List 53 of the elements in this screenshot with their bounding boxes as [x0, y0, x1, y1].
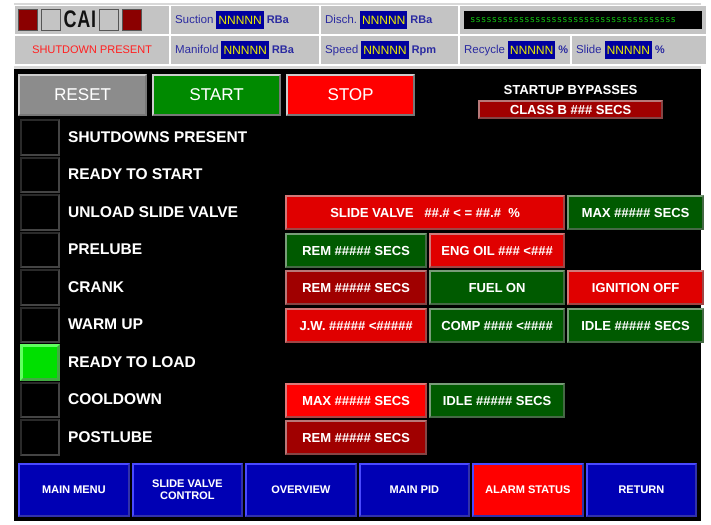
- control-button[interactable]: STOP: [286, 74, 415, 116]
- status-button[interactable]: REM ##### SECS: [285, 232, 427, 268]
- logo-text: CAI: [64, 6, 97, 34]
- status-button[interactable]: REM ##### SECS: [285, 270, 427, 306]
- message-bar: ssssssssssssssssssssssssssssssssssssss: [464, 11, 702, 29]
- control-button[interactable]: START: [152, 74, 281, 116]
- status-label: WARM UP: [67, 316, 144, 334]
- status-label: POSTLUBE: [67, 428, 154, 447]
- unit-label: %: [654, 44, 665, 56]
- unit-label: RBa: [272, 44, 294, 56]
- value-display: NNNNN: [604, 41, 652, 59]
- field-label: Slide: [576, 44, 602, 56]
- field-label: Suction: [175, 14, 214, 26]
- status-button[interactable]: ENG OIL ### <###: [429, 232, 565, 268]
- status-label: READY TO START: [67, 166, 204, 184]
- unit-label: Rpm: [412, 44, 436, 56]
- nav-button[interactable]: MAIN PID: [358, 463, 470, 517]
- value-display: NNNNN: [508, 41, 556, 59]
- status-button[interactable]: IDLE ##### SECS: [429, 382, 565, 418]
- value-display: NNNNN: [221, 41, 269, 59]
- nav-button[interactable]: OVERVIEW: [245, 463, 356, 517]
- status-button[interactable]: REM ##### SECS: [285, 420, 427, 456]
- nav-button[interactable]: MAIN MENU: [18, 463, 130, 517]
- field-label: Manifold: [175, 44, 218, 56]
- status-button[interactable]: MAX ##### SECS: [285, 382, 427, 418]
- nav-button[interactable]: SLIDE VALVE CONTROL: [132, 463, 243, 517]
- status-button[interactable]: IGNITION OFF: [567, 270, 704, 306]
- nav-button[interactable]: ALARM STATUS: [472, 463, 584, 517]
- status-button[interactable]: IDLE ##### SECS: [567, 308, 704, 343]
- field-label: Disch.: [325, 14, 357, 26]
- status-label: UNLOAD SLIDE VALVE: [67, 204, 239, 222]
- status-button[interactable]: J.W. ##### <#####: [285, 308, 427, 343]
- value-display: NNNNN: [216, 11, 264, 29]
- status-button[interactable]: FUEL ON: [429, 270, 565, 306]
- status-label: CRANK: [67, 278, 125, 297]
- status-label: READY TO LOAD: [67, 354, 197, 372]
- field-label: Recycle: [464, 44, 505, 56]
- unit-label: RBa: [410, 14, 432, 26]
- alarm-message: SHUTDOWN PRESENT: [32, 44, 152, 56]
- value-display: NNNNN: [361, 41, 409, 59]
- section-title: STARTUP BYPASSES: [504, 82, 638, 97]
- value-display: NNNNN: [360, 11, 408, 29]
- unit-label: %: [558, 44, 568, 56]
- status-button[interactable]: SLIDE VALVE ##.# < = ##.# %: [285, 195, 565, 230]
- status-button[interactable]: COMP #### <####: [429, 308, 565, 343]
- status-label: COOLDOWN: [67, 391, 163, 410]
- status-label: SHUTDOWNS PRESENT: [67, 128, 248, 147]
- nav-button[interactable]: RETURN: [586, 463, 697, 517]
- field-label: Speed: [325, 44, 358, 56]
- bypass-button[interactable]: CLASS B ### SECS: [478, 100, 663, 119]
- unit-label: RBa: [266, 14, 289, 26]
- status-button[interactable]: MAX ##### SECS: [567, 195, 704, 230]
- status-label: PRELUBE: [67, 241, 144, 260]
